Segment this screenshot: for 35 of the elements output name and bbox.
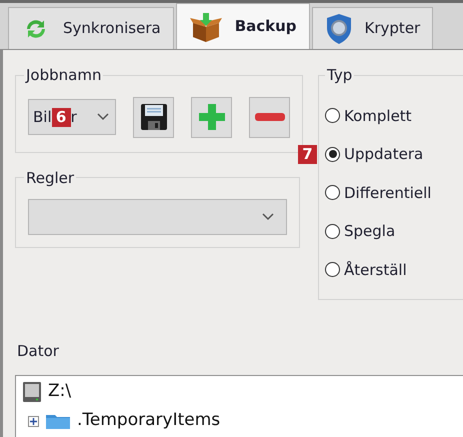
tree-item[interactable]: .TemporaryItems <box>77 408 220 434</box>
box-icon <box>188 10 223 42</box>
radio-label: Komplett <box>344 106 412 126</box>
radio-label: Uppdatera <box>344 144 424 165</box>
section-title: Dator <box>17 341 60 362</box>
shield-icon <box>324 12 353 44</box>
group-title: Jobbnamn <box>24 65 102 86</box>
dropdown-value: Bil <box>33 106 52 128</box>
radio-button[interactable] <box>325 146 340 162</box>
number-badge: 6 <box>52 108 71 126</box>
chevron-down-icon <box>97 113 109 121</box>
number-badge: 7 <box>298 145 317 164</box>
radio-label: Återställ <box>344 260 407 280</box>
radio-button[interactable] <box>325 185 340 200</box>
group-title: Typ <box>326 65 354 86</box>
expander-icon[interactable] <box>28 416 39 426</box>
remove-button[interactable] <box>249 96 290 138</box>
dropdown-value: r <box>70 106 77 128</box>
chevron-down-icon <box>262 213 274 221</box>
folder-icon <box>45 412 71 430</box>
radio-button[interactable] <box>325 108 340 124</box>
radio-label: Spegla <box>344 221 396 242</box>
radio-button[interactable] <box>325 262 340 278</box>
radio-button[interactable] <box>325 224 340 239</box>
tab[interactable]: Backup <box>176 3 310 49</box>
plus-icon <box>198 103 226 131</box>
tab[interactable]: Krypter <box>312 7 434 49</box>
drive-icon <box>22 381 42 403</box>
radio-label: Differentiell <box>344 182 432 204</box>
job-dropdown[interactable]: Bil 6 r <box>28 99 116 135</box>
tab[interactable]: Synkronisera <box>8 7 174 49</box>
group-title: Regler <box>25 168 76 188</box>
tree-item[interactable]: Z:\ <box>48 379 72 405</box>
minus-icon <box>254 112 286 122</box>
save-button[interactable] <box>133 96 174 138</box>
